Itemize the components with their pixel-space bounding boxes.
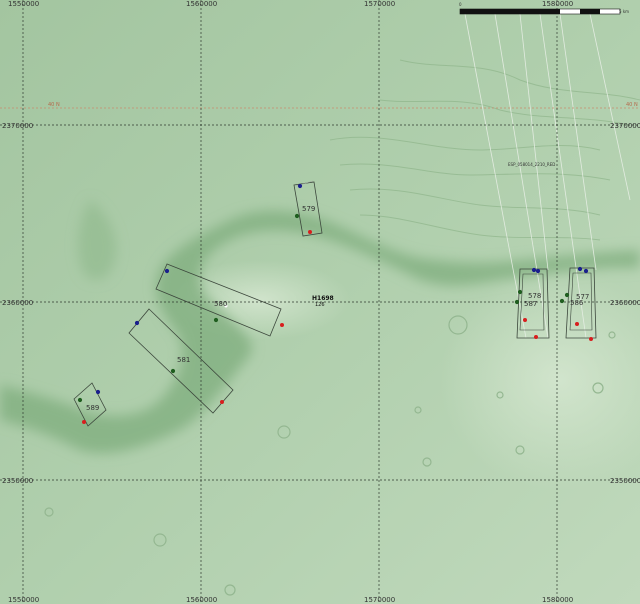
grid-y-label-left-3: 2350000 bbox=[2, 477, 33, 485]
end-dot-2 bbox=[589, 337, 593, 341]
grid-x-label-top-3: 1570000 bbox=[364, 0, 395, 8]
grid-y-label-right-2: 2360000 bbox=[610, 299, 640, 307]
start-dot bbox=[164, 268, 170, 274]
map-view[interactable]: ESP_058014_2210_RED 40 N 40 N 1550000 15… bbox=[0, 0, 640, 604]
footprint-587-label: 587 bbox=[524, 300, 537, 308]
mid-dot bbox=[170, 368, 176, 374]
grid-x-label-bottom-1: 1550000 bbox=[8, 596, 39, 604]
end-dot bbox=[82, 420, 86, 424]
grid-y-label-right-3: 2350000 bbox=[610, 477, 640, 485]
end-dot bbox=[575, 322, 579, 326]
mid-dot-2 bbox=[514, 299, 520, 305]
footprint-580-label: 580 bbox=[214, 300, 227, 308]
latitude-label-right: 40 N bbox=[626, 102, 638, 108]
start-dot bbox=[95, 389, 101, 395]
center-label: H1698 bbox=[312, 295, 334, 302]
mid-dot bbox=[294, 213, 300, 219]
grid-x-label-top-2: 1560000 bbox=[186, 0, 217, 8]
footprint-578-label: 578 bbox=[528, 292, 541, 300]
grid-x-label-top-4: 1580000 bbox=[542, 0, 573, 8]
grid-x-label-bottom-2: 1560000 bbox=[186, 596, 217, 604]
grid-y-label-left-2: 2360000 bbox=[2, 299, 33, 307]
grid-x-label-bottom-3: 1570000 bbox=[364, 596, 395, 604]
start-dot-2 bbox=[535, 268, 541, 274]
mid-dot bbox=[564, 292, 570, 298]
start-dot-2 bbox=[583, 268, 589, 274]
strip-label: ESP_058014_2210_RED bbox=[508, 162, 555, 167]
footprint-589-label: 589 bbox=[86, 404, 99, 412]
start-dot bbox=[134, 320, 140, 326]
mid-dot bbox=[213, 317, 219, 323]
footprint-581-label: 581 bbox=[177, 356, 190, 364]
grid-x-label-top-1: 1550000 bbox=[8, 0, 39, 8]
mid-dot bbox=[77, 397, 83, 403]
grid-x-label-bottom-4: 1580000 bbox=[542, 596, 573, 604]
footprint-579-label: 579 bbox=[302, 205, 315, 213]
scale-end-label: 5 km bbox=[619, 9, 629, 14]
end-dot bbox=[523, 318, 527, 322]
footprint-586-label: 586 bbox=[570, 299, 584, 307]
mid-dot bbox=[517, 289, 523, 295]
center-sublabel: 126 bbox=[315, 302, 325, 308]
end-dot bbox=[308, 230, 312, 234]
grid-y-label-right-1: 2370000 bbox=[610, 122, 640, 130]
map-canvas[interactable]: ESP_058014_2210_RED 40 N 40 N 1550000 15… bbox=[0, 0, 640, 604]
start-dot bbox=[577, 266, 583, 272]
mid-dot-2 bbox=[559, 298, 565, 304]
grid-y-label-left-1: 2370000 bbox=[2, 122, 33, 130]
end-dot bbox=[220, 400, 224, 404]
latitude-label-left: 40 N bbox=[48, 102, 60, 108]
end-dot-2 bbox=[534, 335, 538, 339]
start-dot bbox=[297, 183, 303, 189]
start-dot bbox=[531, 267, 537, 273]
end-dot bbox=[280, 323, 284, 327]
